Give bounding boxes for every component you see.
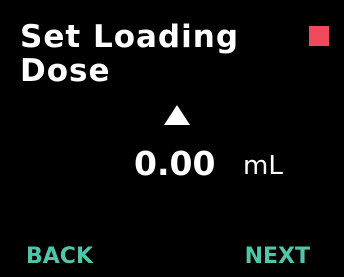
screen-title: Set Loading Dose: [20, 19, 240, 89]
pump-screen: Set Loading Dose 0.00 mL BACK NEXT: [0, 0, 344, 277]
back-button[interactable]: BACK: [26, 244, 93, 270]
up-arrow-icon[interactable]: [164, 105, 190, 125]
dose-value: 0.00: [134, 144, 216, 183]
dose-unit: mL: [243, 151, 283, 181]
status-indicator-icon: [309, 26, 329, 46]
next-button[interactable]: NEXT: [245, 244, 310, 270]
